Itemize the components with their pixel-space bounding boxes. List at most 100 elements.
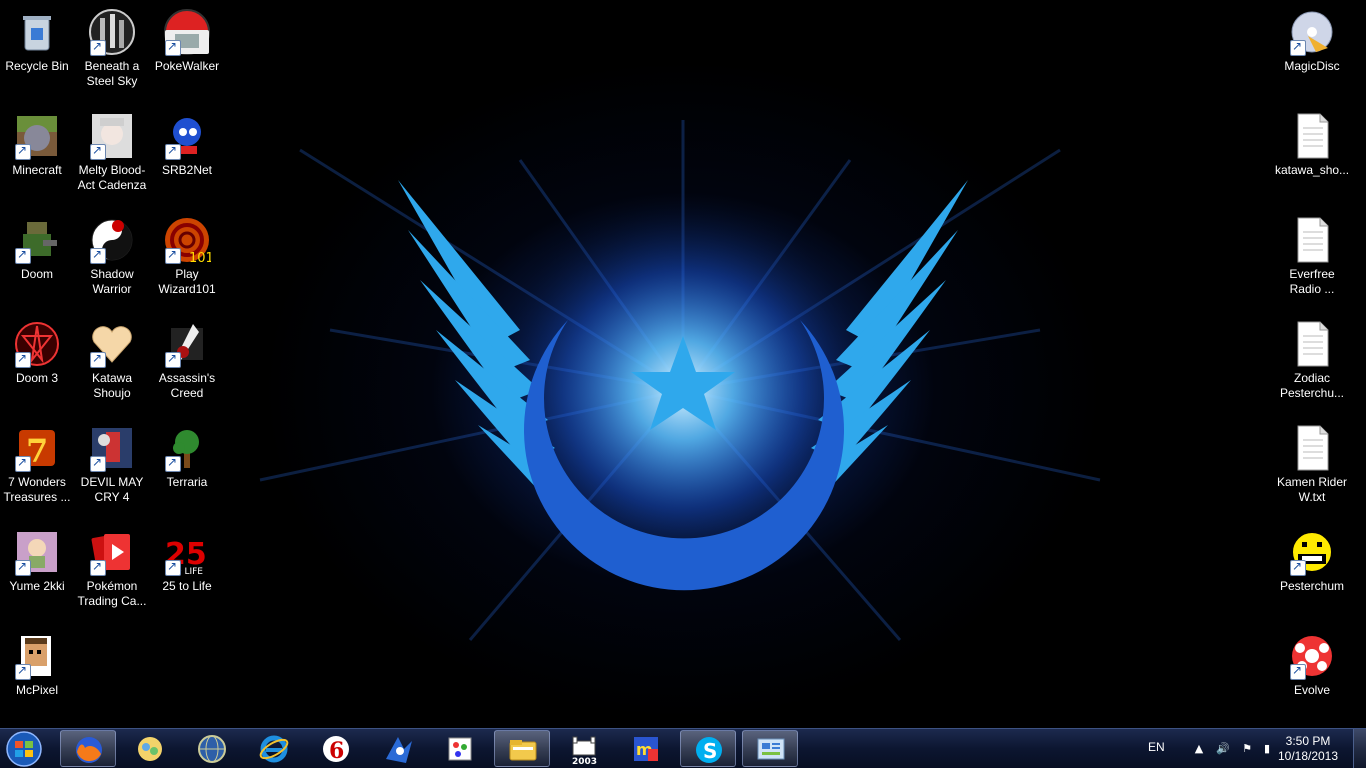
shadow-warrior-icon <box>88 216 136 264</box>
magicdisc-icon <box>1288 8 1336 56</box>
start-button[interactable] <box>4 730 44 768</box>
yume-2kki-icon <box>13 528 61 576</box>
desktop-icon-label: Yume 2kki <box>9 579 65 593</box>
desktop-icon-recycle-bin[interactable]: Recycle Bin <box>0 4 74 104</box>
devil-may-cry-icon <box>88 424 136 472</box>
desktop-icon-label: PokeWalker <box>154 59 220 73</box>
desktop-icon-text-file[interactable]: Kamen Rider W.txt <box>1275 420 1349 520</box>
show-hidden-icons-icon[interactable]: ▲ <box>1192 742 1206 756</box>
desktop-icon-assassins-creed[interactable]: Assassin's Creed <box>150 316 224 416</box>
desktop-icon-label: Zodiac Pesterchu... <box>1279 371 1345 400</box>
clock-date: 10/18/2013 <box>1277 749 1339 763</box>
taskbar-button-touhou[interactable]: 6 <box>308 730 364 767</box>
volume-icon[interactable]: 🔊 <box>1216 742 1230 756</box>
taskbar-button-sonic[interactable] <box>370 730 426 767</box>
taskbar-button-skype[interactable]: S <box>680 730 736 767</box>
text-file-icon <box>1288 216 1336 264</box>
desktop-icon-label: 25 to Life <box>162 579 212 593</box>
globe-icon <box>198 735 226 763</box>
srb2net-icon <box>163 112 211 160</box>
terraria-icon <box>163 424 211 472</box>
wizard101-icon: 101 <box>163 216 211 264</box>
pokewalker-icon <box>163 8 211 56</box>
desktop-icon-label: Katawa Shoujo <box>91 371 133 400</box>
shortcut-arrow-icon <box>1290 39 1306 56</box>
mcpixel-icon <box>13 632 61 680</box>
desktop-icon-text-file[interactable]: katawa_sho... <box>1275 108 1349 208</box>
taskbar-button-pinned-app[interactable] <box>122 730 178 767</box>
desktop-icon-katawa-shoujo[interactable]: Katawa Shoujo <box>75 316 149 416</box>
desktop-icon-melty-blood[interactable]: Melty Blood- Act Cadenza <box>75 108 149 208</box>
desktop-icon-pokewalker[interactable]: PokeWalker <box>150 4 224 104</box>
shortcut-arrow-icon <box>165 351 181 368</box>
control-panel-icon <box>757 738 785 760</box>
desktop-icon-label: Kamen Rider W.txt <box>1276 475 1348 504</box>
beneath-a-steel-sky-icon <box>88 8 136 56</box>
clock[interactable]: 3:50 PM 10/18/2013 <box>1270 734 1346 764</box>
desktop-icon-pokemon-tcg[interactable]: Pokémon Trading Ca... <box>75 524 149 624</box>
taskbar-button-control-panel[interactable] <box>742 730 798 767</box>
sonic-icon <box>386 737 412 763</box>
shortcut-arrow-icon <box>165 455 181 472</box>
desktop-icon-magicdisc[interactable]: MagicDisc <box>1275 4 1349 104</box>
desktop-icon-pesterchum[interactable]: Pesterchum <box>1275 524 1349 624</box>
language-indicator[interactable]: EN <box>1148 740 1165 754</box>
desktop-icon-minecraft[interactable]: Minecraft <box>0 108 74 208</box>
desktop-icon-terraria[interactable]: Terraria <box>150 420 224 520</box>
shortcut-arrow-icon <box>165 39 181 56</box>
desktop-icon-label: Evolve <box>1293 683 1331 697</box>
desktop-icon-seven-wonders[interactable]: 7 7 Wonders Treasures ... <box>0 420 74 520</box>
minecraft-icon <box>13 112 61 160</box>
desktop-icon-label: Beneath a Steel Sky <box>84 59 140 88</box>
taskbar-button-paint[interactable] <box>432 730 488 767</box>
shortcut-arrow-icon <box>15 143 31 160</box>
text-file-icon <box>1288 424 1336 472</box>
recycle-bin-icon <box>13 8 61 56</box>
taskbar-button-windows-explorer[interactable] <box>494 730 550 767</box>
taskbar-button-castle-2003[interactable]: 2003 <box>556 730 612 767</box>
desktop-icon-srb2net[interactable]: SRB2Net <box>150 108 224 208</box>
text-file-icon <box>1288 320 1336 368</box>
25-to-life-icon: 25 TO LIFE <box>163 528 211 576</box>
desktop-icon-doom3[interactable]: Doom 3 <box>0 316 74 416</box>
desktop-icon-wizard101[interactable]: 101 Play Wizard101 <box>150 212 224 312</box>
katawa-shoujo-icon <box>88 320 136 368</box>
desktop-icon-beneath-a-steel-sky[interactable]: Beneath a Steel Sky <box>75 4 149 104</box>
desktop-icon-devil-may-cry[interactable]: DEVIL MAY CRY 4 <box>75 420 149 520</box>
desktop-icon-label: Minecraft <box>12 163 62 177</box>
shortcut-arrow-icon <box>165 559 181 576</box>
svg-text:6: 6 <box>329 738 344 764</box>
desktop-icon-text-file[interactable]: Zodiac Pesterchu... <box>1275 316 1349 416</box>
doom3-icon <box>13 320 61 368</box>
shortcut-arrow-icon <box>15 351 31 368</box>
shortcut-arrow-icon <box>15 247 31 264</box>
desktop[interactable]: Recycle Bin Beneath a Steel Sky PokeWalker… <box>0 0 1366 728</box>
skype-icon: S <box>696 737 722 763</box>
desktop-icon-label: Assassin's Creed <box>158 371 216 400</box>
desktop-icon-label: Pokémon Trading Ca... <box>77 579 147 608</box>
desktop-icon-mcpixel[interactable]: McPixel <box>0 628 74 728</box>
clock-time: 3:50 PM <box>1285 734 1331 748</box>
system-tray: EN ▲ 🔊 ⚑ ▮ 3:50 PM 10/18/2013 <box>1136 729 1366 768</box>
desktop-icon-label: Doom 3 <box>15 371 59 385</box>
svg-text:S: S <box>703 739 717 763</box>
desktop-icon-doom[interactable]: Doom <box>0 212 74 312</box>
pokemon-tcg-icon <box>88 528 136 576</box>
show-desktop-button[interactable] <box>1353 729 1366 768</box>
desktop-icon-evolve[interactable]: Evolve <box>1275 628 1349 728</box>
desktop-icon-text-file[interactable]: Everfree Radio ... <box>1275 212 1349 312</box>
taskbar-button-internet-explorer[interactable] <box>246 730 302 767</box>
shortcut-arrow-icon <box>90 559 106 576</box>
shortcut-arrow-icon <box>15 455 31 472</box>
desktop-icon-yume-2kki[interactable]: Yume 2kki <box>0 524 74 624</box>
action-center-icon[interactable]: ⚑ <box>1240 742 1254 756</box>
touhou-icon: 6 <box>323 736 349 764</box>
taskbar-button-globe[interactable] <box>184 730 240 767</box>
desktop-icon-25-to-life[interactable]: 25TO LIFE 25 to Life <box>150 524 224 624</box>
shortcut-arrow-icon <box>15 663 31 680</box>
desktop-icon-shadow-warrior[interactable]: Shadow Warrior <box>75 212 149 312</box>
text-file-icon <box>1288 112 1336 160</box>
taskbar: 6 2003 m S EN ▲ 🔊 ⚑ ▮ 3:50 PM 10/18/2013 <box>0 728 1366 768</box>
taskbar-button-mp[interactable]: m <box>618 730 674 767</box>
taskbar-button-firefox[interactable] <box>60 730 116 767</box>
